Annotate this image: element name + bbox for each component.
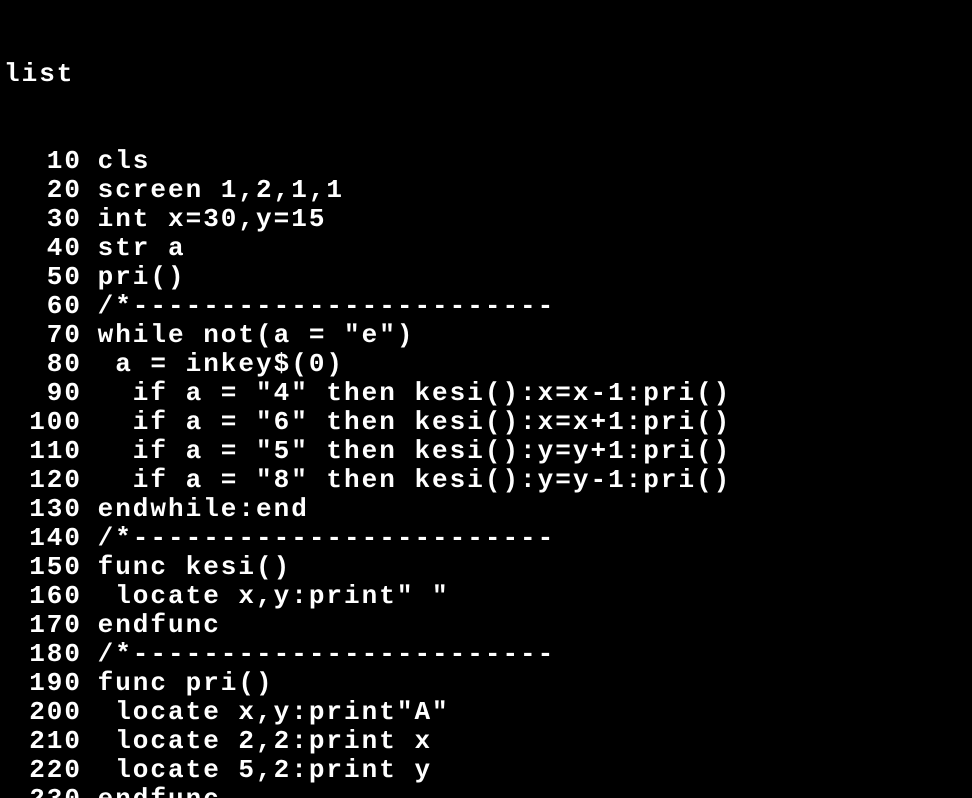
line-number: 210	[4, 727, 98, 756]
line-code: if a = "6" then kesi():x=x+1:pri()	[98, 408, 732, 437]
code-line: 220 locate 5,2:print y	[4, 756, 968, 785]
line-code: endfunc	[98, 611, 221, 640]
code-line: 230endfunc	[4, 785, 968, 798]
line-number: 80	[4, 350, 98, 379]
line-code: while not(a = "e")	[98, 321, 415, 350]
code-line: 110 if a = "5" then kesi():y=y+1:pri()	[4, 437, 968, 466]
code-line: 210 locate 2,2:print x	[4, 727, 968, 756]
line-code: func kesi()	[98, 553, 292, 582]
code-line: 50pri()	[4, 263, 968, 292]
line-number: 100	[4, 408, 98, 437]
code-line: 170endfunc	[4, 611, 968, 640]
line-number: 160	[4, 582, 98, 611]
line-code: if a = "4" then kesi():x=x-1:pri()	[98, 379, 732, 408]
line-code: func pri()	[98, 669, 274, 698]
line-number: 20	[4, 176, 98, 205]
code-line: 70while not(a = "e")	[4, 321, 968, 350]
code-line: 150func kesi()	[4, 553, 968, 582]
code-listing: 10cls20screen 1,2,1,130int x=30,y=1540st…	[4, 147, 968, 798]
line-code: /*------------------------	[98, 292, 556, 321]
line-number: 230	[4, 785, 98, 798]
line-number: 90	[4, 379, 98, 408]
code-line: 130endwhile:end	[4, 495, 968, 524]
code-line: 80 a = inkey$(0)	[4, 350, 968, 379]
terminal-screen[interactable]: list 10cls20screen 1,2,1,130int x=30,y=1…	[0, 0, 972, 798]
line-number: 50	[4, 263, 98, 292]
code-line: 30int x=30,y=15	[4, 205, 968, 234]
code-line: 140/*------------------------	[4, 524, 968, 553]
line-code: str a	[98, 234, 186, 263]
line-number: 110	[4, 437, 98, 466]
line-number: 190	[4, 669, 98, 698]
line-code: endwhile:end	[98, 495, 309, 524]
line-code: int x=30,y=15	[98, 205, 327, 234]
code-line: 100 if a = "6" then kesi():x=x+1:pri()	[4, 408, 968, 437]
line-code: /*------------------------	[98, 524, 556, 553]
line-number: 200	[4, 698, 98, 727]
line-code: cls	[98, 147, 151, 176]
line-code: screen 1,2,1,1	[98, 176, 344, 205]
line-code: if a = "5" then kesi():y=y+1:pri()	[98, 437, 732, 466]
line-code: pri()	[98, 263, 186, 292]
code-line: 160 locate x,y:print" "	[4, 582, 968, 611]
line-code: if a = "8" then kesi():y=y-1:pri()	[98, 466, 732, 495]
code-line: 190func pri()	[4, 669, 968, 698]
line-code: endfunc	[98, 785, 221, 798]
line-number: 120	[4, 466, 98, 495]
line-code: locate x,y:print" "	[98, 582, 450, 611]
line-number: 10	[4, 147, 98, 176]
line-number: 170	[4, 611, 98, 640]
code-line: 120 if a = "8" then kesi():y=y-1:pri()	[4, 466, 968, 495]
code-line: 200 locate x,y:print"A"	[4, 698, 968, 727]
line-code: /*------------------------	[98, 640, 556, 669]
line-number: 150	[4, 553, 98, 582]
command-header: list	[4, 60, 968, 89]
line-number: 130	[4, 495, 98, 524]
code-line: 60/*------------------------	[4, 292, 968, 321]
line-number: 60	[4, 292, 98, 321]
line-number: 70	[4, 321, 98, 350]
code-line: 90 if a = "4" then kesi():x=x-1:pri()	[4, 379, 968, 408]
line-number: 180	[4, 640, 98, 669]
code-line: 180/*------------------------	[4, 640, 968, 669]
line-number: 220	[4, 756, 98, 785]
line-code: locate x,y:print"A"	[98, 698, 450, 727]
line-code: locate 5,2:print y	[98, 756, 432, 785]
line-number: 40	[4, 234, 98, 263]
line-code: locate 2,2:print x	[98, 727, 432, 756]
line-number: 30	[4, 205, 98, 234]
code-line: 10cls	[4, 147, 968, 176]
code-line: 20screen 1,2,1,1	[4, 176, 968, 205]
code-line: 40str a	[4, 234, 968, 263]
line-code: a = inkey$(0)	[98, 350, 344, 379]
line-number: 140	[4, 524, 98, 553]
